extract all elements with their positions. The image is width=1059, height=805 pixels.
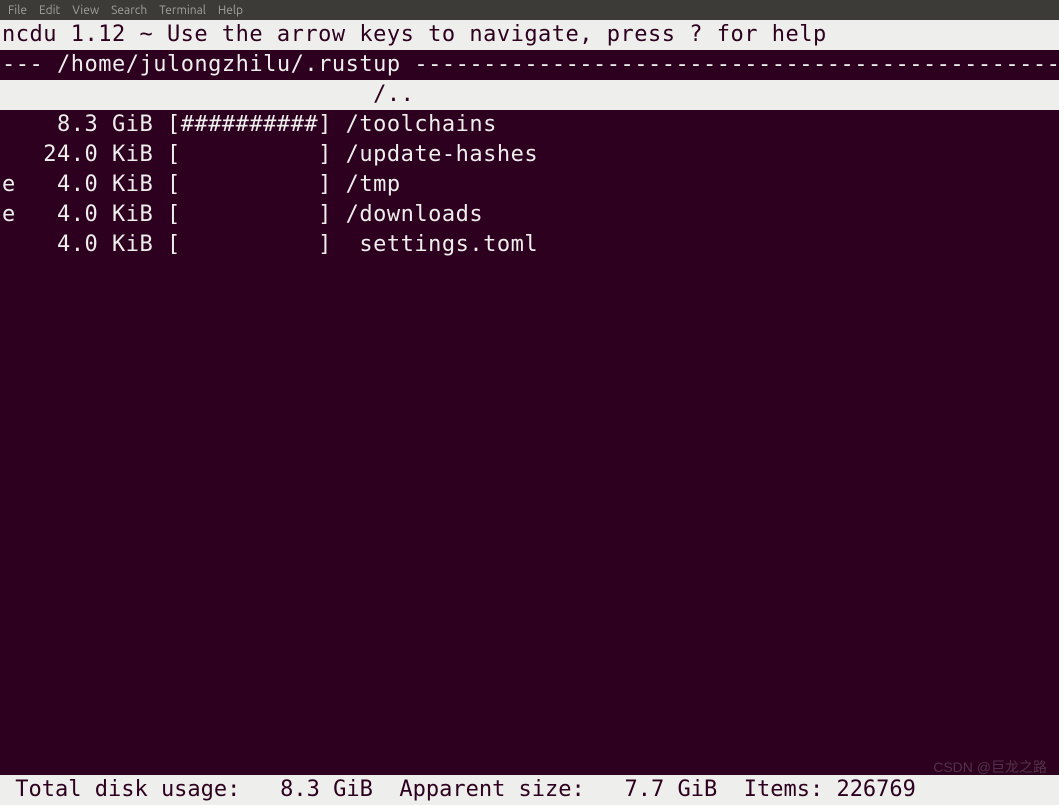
- entry-flag: e: [2, 172, 16, 197]
- menu-edit[interactable]: Edit: [39, 4, 60, 17]
- list-item-parent[interactable]: /..: [0, 80, 1059, 110]
- terminal-output[interactable]: ncdu 1.12 ~ Use the arrow keys to naviga…: [0, 20, 1059, 260]
- entry-bar: [##########]: [167, 112, 332, 137]
- entry-name: /downloads: [332, 202, 483, 227]
- current-path-line: --- /home/julongzhilu/.rustup ----------…: [0, 50, 1059, 80]
- list-item[interactable]: e 4.0 KiB [ ] /tmp: [0, 170, 1059, 200]
- entry-name: /update-hashes: [332, 142, 538, 167]
- entry-name: /tmp: [332, 172, 401, 197]
- entry-name: /toolchains: [332, 112, 497, 137]
- entry-flag: [2, 232, 16, 257]
- path-prefix: ---: [2, 52, 57, 77]
- entry-size: 24.0 KiB: [16, 142, 153, 167]
- entry-bar: [ ]: [167, 202, 332, 227]
- ncdu-header: ncdu 1.12 ~ Use the arrow keys to naviga…: [0, 20, 1059, 50]
- list-item[interactable]: 8.3 GiB [##########] /toolchains: [0, 110, 1059, 140]
- list-item[interactable]: 24.0 KiB [ ] /update-hashes: [0, 140, 1059, 170]
- current-path: /home/julongzhilu/.rustup: [57, 52, 401, 77]
- menu-search[interactable]: Search: [111, 4, 147, 17]
- entry-size: 4.0 KiB: [16, 172, 153, 197]
- entry-name: settings.toml: [332, 232, 538, 257]
- entry-bar: [ ]: [167, 172, 332, 197]
- entry-flag: [2, 112, 16, 137]
- entry-flag: e: [2, 202, 16, 227]
- menu-help[interactable]: Help: [218, 4, 243, 17]
- path-suffix: ----------------------------------------…: [401, 52, 1059, 77]
- entry-flag: [2, 142, 16, 167]
- entry-bar: [ ]: [167, 142, 332, 167]
- entry-size: 4.0 KiB: [16, 232, 153, 257]
- entry-bar: [ ]: [167, 232, 332, 257]
- menu-terminal[interactable]: Terminal: [159, 4, 206, 17]
- entry-size: 8.3 GiB: [16, 112, 153, 137]
- watermark: CSDN @巨龙之路: [933, 757, 1047, 777]
- ncdu-footer: Total disk usage: 8.3 GiB Apparent size:…: [0, 775, 1059, 805]
- menu-view[interactable]: View: [72, 4, 99, 17]
- menu-file[interactable]: File: [8, 4, 27, 17]
- window-menubar: File Edit View Search Terminal Help: [0, 0, 1059, 20]
- entry-size: 4.0 KiB: [16, 202, 153, 227]
- list-item[interactable]: 4.0 KiB [ ] settings.toml: [0, 230, 1059, 260]
- list-item[interactable]: e 4.0 KiB [ ] /downloads: [0, 200, 1059, 230]
